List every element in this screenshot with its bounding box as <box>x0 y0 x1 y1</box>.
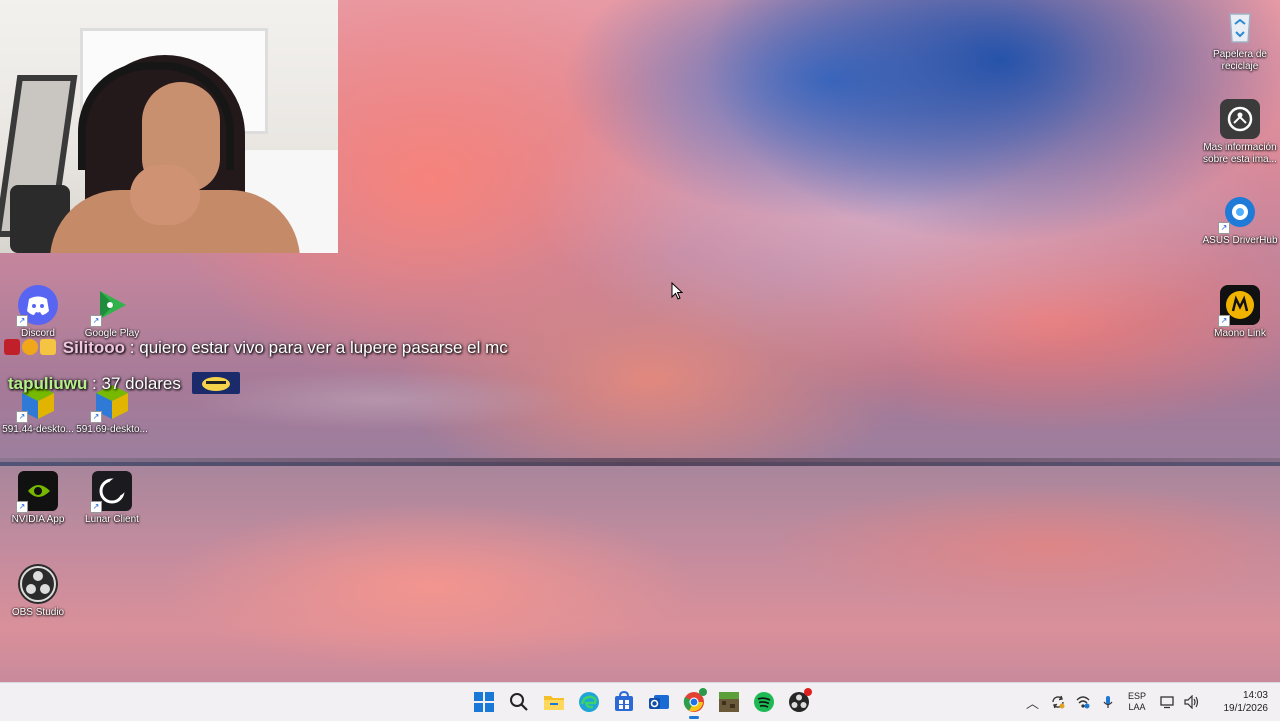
desktop-icon-discord[interactable]: ↗ Discord <box>0 285 76 340</box>
network-icon <box>1076 696 1089 709</box>
taskbar-edge[interactable] <box>571 685 606 720</box>
chat-message: Silitooo : quiero estar vivo para ver a … <box>4 338 508 358</box>
desktop-icon-google-play[interactable]: ↗ Google Play <box>74 285 150 340</box>
language-code: ESP <box>1127 691 1146 701</box>
desktop-icon-lunar-client[interactable]: ↗ Lunar Client <box>74 471 150 526</box>
desktop-icon-label: OBS Studio <box>11 607 65 618</box>
desktop-icon-obs-studio[interactable]: OBS Studio <box>0 564 76 619</box>
chat-text: quiero estar vivo para ver a lupere pasa… <box>139 338 508 357</box>
chat-badge-icon <box>4 339 20 355</box>
desktop-icon-label: Lunar Client <box>85 514 139 525</box>
sync-icon <box>1051 695 1064 709</box>
desktop-icon-label: ASUS DriverHub <box>1202 235 1278 246</box>
chat-separator: : <box>87 374 102 393</box>
keyboard-layout: LAA <box>1128 702 1146 712</box>
desktop-icon-nvidia-app[interactable]: ↗ NVIDIA App <box>0 471 76 526</box>
taskbar-clock[interactable]: 14:03 19/1/2026 <box>1204 689 1269 715</box>
asus-driverhub-icon: ↗ <box>1218 192 1260 234</box>
display-icon <box>1159 696 1174 709</box>
taskbar-apps <box>466 683 816 721</box>
taskbar-obs[interactable] <box>781 685 816 720</box>
microphone-icon <box>1103 696 1112 708</box>
volume-icon <box>1183 695 1198 709</box>
taskbar-file-explorer[interactable] <box>536 685 571 720</box>
desktop-icon-label: Maono Link <box>1214 328 1266 339</box>
obs-icon <box>18 564 58 604</box>
input-language-button[interactable]: ESP LAA <box>1120 691 1154 713</box>
webcam-overlay <box>0 0 338 253</box>
outlook-icon <box>648 695 669 709</box>
file-explorer-icon <box>543 696 564 710</box>
desktop-icon-recycle-bin[interactable]: Papelera de reciclaje <box>1202 6 1278 73</box>
desktop-icon-maono-link[interactable]: ↗ Maono Link <box>1202 285 1278 340</box>
taskbar-store[interactable] <box>606 685 641 720</box>
desktop-icon-label: Mas información sobre esta ima... <box>1203 142 1277 165</box>
taskbar-chrome[interactable] <box>676 685 711 720</box>
desktop-icon-spotlight-info[interactable]: Mas información sobre esta ima... <box>1202 99 1278 166</box>
discord-icon: ↗ <box>16 285 58 327</box>
tray-network-button[interactable] <box>1070 687 1095 717</box>
chat-separator: : <box>125 338 140 357</box>
desktop-icon-label: Papelera de reciclaje <box>1213 49 1267 72</box>
minecraft-icon <box>718 692 739 712</box>
chat-emote-icon <box>191 372 240 394</box>
taskbar: ︿ ESP LAA 14:03 19/1/2026 <box>0 682 1280 721</box>
mouse-cursor-icon <box>671 281 684 305</box>
desktop-icon-asus-driverhub[interactable]: ↗ ASUS DriverHub <box>1202 192 1278 247</box>
tray-microphone-button[interactable] <box>1095 687 1120 717</box>
chat-message: tapuliuwu : 37 dolares <box>8 372 240 394</box>
chat-username: Silitooo <box>62 338 126 357</box>
desktop-icon-label: 591.44-deskto... <box>2 424 74 435</box>
webcam-person-hand <box>130 165 200 225</box>
nvidia-icon: ↗ <box>16 471 58 513</box>
lunar-client-icon: ↗ <box>90 471 132 513</box>
taskbar-search-button[interactable] <box>501 685 536 720</box>
tray-overflow-button[interactable]: ︿ <box>1020 687 1045 717</box>
store-icon <box>614 691 633 711</box>
desktop-icon-label: NVIDIA App <box>11 514 65 525</box>
wallpaper-reflection <box>0 466 1280 682</box>
clock-date: 19/1/2026 <box>1223 703 1269 714</box>
tray-volume-button[interactable] <box>1179 687 1204 717</box>
wallpaper-horizon <box>0 458 1280 466</box>
tray-sync-button[interactable] <box>1045 687 1070 717</box>
google-play-games-icon: ↗ <box>90 285 132 327</box>
chat-username: tapuliuwu <box>8 374 88 393</box>
chat-text: 37 dolares <box>101 374 181 393</box>
maono-link-icon: ↗ <box>1218 285 1260 327</box>
tray-display-button[interactable] <box>1154 687 1179 717</box>
taskbar-outlook[interactable] <box>641 685 676 720</box>
start-button[interactable] <box>466 685 501 720</box>
search-icon <box>509 693 528 711</box>
recycle-bin-icon <box>1220 6 1260 46</box>
active-app-indicator <box>689 715 699 719</box>
edge-icon <box>578 692 599 712</box>
info-camera-icon <box>1220 99 1260 139</box>
windows-start-icon <box>473 692 494 712</box>
spotify-icon <box>753 692 774 712</box>
taskbar-spotify[interactable] <box>746 685 781 720</box>
desktop-icon-label: 591.69-deskto... <box>76 424 148 435</box>
chat-badge-icon <box>22 339 38 355</box>
system-tray: ︿ ESP LAA 14:03 19/1/2026 <box>1020 683 1280 721</box>
chevron-up-icon: ︿ <box>1025 695 1039 711</box>
chrome-badge-icon <box>699 687 707 696</box>
chat-badge-icon <box>40 339 56 355</box>
taskbar-minecraft[interactable] <box>711 685 746 720</box>
recording-badge-icon <box>804 687 812 696</box>
clock-time: 14:03 <box>1242 690 1268 701</box>
